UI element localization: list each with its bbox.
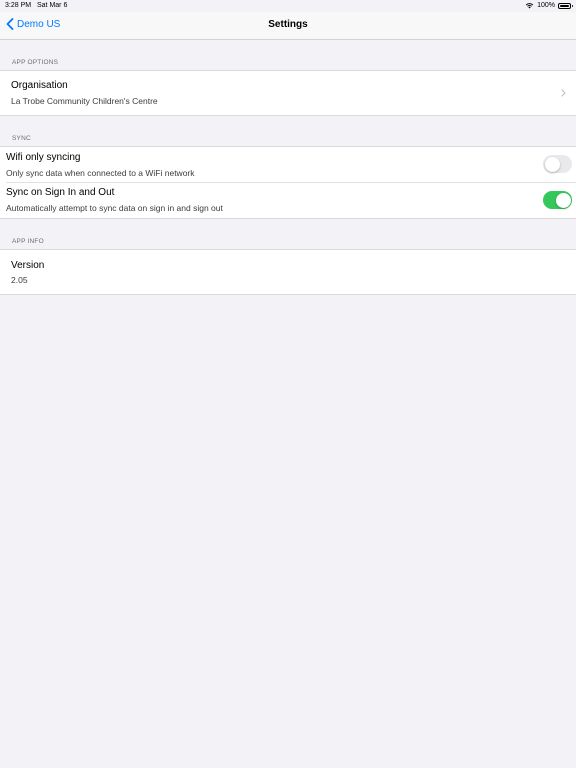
status-date: Sat Mar 6 [37,2,68,9]
app-options-group: Organisation La Trobe Community Children… [0,70,576,116]
battery-icon [558,2,573,9]
sync-sign-in-out-toggle[interactable] [543,191,572,209]
organisation-row[interactable]: Organisation La Trobe Community Children… [0,71,576,115]
section-header-app-options: APP OPTIONS [12,59,59,66]
status-bar: 3:28 PM Sat Mar 6 100% [0,0,576,12]
organisation-title: Organisation [11,80,68,91]
status-indicators: 100% [525,2,573,9]
app-info-group: Version 2.05 [0,249,576,295]
sync-sign-in-out-row: Sync on Sign In and Out Automatically at… [0,183,576,218]
section-header-sync: SYNC [12,135,31,142]
organisation-value: La Trobe Community Children's Centre [11,96,158,106]
wifi-only-row: Wifi only syncing Only sync data when co… [0,147,576,182]
chevron-right-icon [561,89,566,97]
sync-group: Wifi only syncing Only sync data when co… [0,146,576,219]
status-time: 3:28 PM [5,2,32,9]
sync-sign-in-out-subtitle: Automatically attempt to sync data on si… [6,203,223,213]
battery-percentage: 100% [537,2,555,9]
wifi-only-title: Wifi only syncing [6,152,81,163]
wifi-only-subtitle: Only sync data when connected to a WiFi … [6,168,195,178]
wifi-icon [525,3,534,9]
wifi-only-toggle[interactable] [543,155,572,173]
page-title: Settings [268,19,308,30]
version-value: 2.05 [11,275,28,285]
version-title: Version [11,260,45,271]
version-row: Version 2.05 [0,250,576,294]
sync-sign-in-out-title: Sync on Sign In and Out [6,187,115,198]
section-header-app-info: APP INFO [12,238,44,245]
navigation-bar: Demo US Settings [0,12,576,40]
